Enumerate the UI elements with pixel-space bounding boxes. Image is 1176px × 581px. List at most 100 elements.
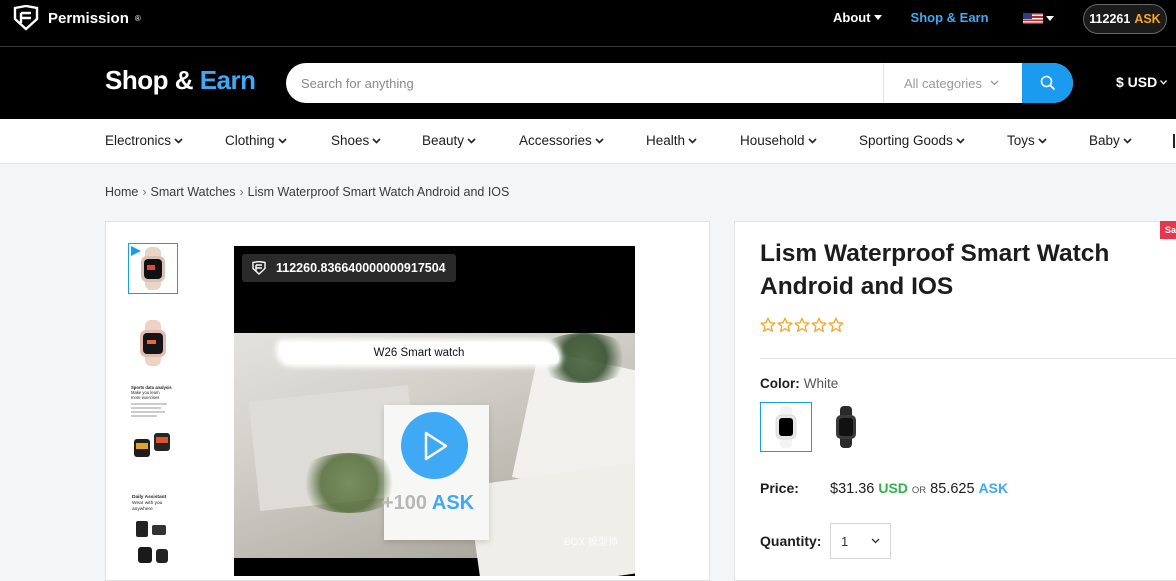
breadcrumb-category[interactable]: Smart Watches [151, 185, 236, 199]
white-watch-image [775, 406, 797, 448]
search-bar: All categories [286, 63, 1073, 103]
category-electronics[interactable]: Electronics [105, 133, 183, 148]
color-row: Color: White [760, 376, 838, 391]
category-household[interactable]: Household [740, 133, 817, 148]
category-accessories[interactable]: Accessories [519, 133, 604, 148]
us-flag-icon [1023, 13, 1043, 24]
permission-logo-icon [252, 261, 266, 275]
color-swatch-black[interactable] [820, 402, 872, 452]
svg-text:anywhere: anywhere [132, 506, 153, 512]
chevron-down-icon [990, 80, 999, 86]
nav-shop-earn[interactable]: Shop & Earn [911, 10, 989, 25]
video-caption-text: W26 Smart watch [373, 347, 465, 359]
svg-text:more exercises: more exercises [131, 395, 159, 400]
nav-about-label: About [833, 10, 871, 25]
thumbnail-4[interactable]: Daily Assistant Wear with you anywhere [128, 491, 178, 576]
brand-left: Shop & [105, 65, 200, 95]
breadcrumb-home[interactable]: Home [105, 185, 138, 199]
search-icon [1040, 75, 1055, 91]
category-select-label: All categories [904, 75, 983, 91]
nav-about[interactable]: About [833, 10, 882, 25]
scene-paper [467, 461, 635, 576]
category-label: Sporting Goods [859, 133, 953, 148]
ask-balance-button[interactable]: 112261 ASK [1083, 4, 1167, 34]
category-baby[interactable]: Baby [1089, 133, 1132, 148]
thumbnail-2[interactable] [128, 318, 178, 368]
category-label: Shoes [331, 133, 370, 148]
product-details: Lism Waterproof Smart Watch Android and … [734, 221, 1176, 581]
search-button[interactable] [1022, 63, 1073, 103]
category-label: Toys [1007, 133, 1035, 148]
category-sporting-goods[interactable]: Sporting Goods [859, 133, 965, 148]
product-title: Lism Waterproof Smart Watch Android and … [760, 240, 1110, 300]
chevron-down-icon [807, 137, 817, 144]
caret-down-icon [1046, 15, 1054, 21]
color-label: Color: [760, 376, 800, 391]
color-value: White [803, 376, 839, 391]
price-row: Price: $31.36 USD OR 85.625 ASK [760, 480, 1008, 497]
chevron-down-icon [595, 137, 604, 144]
video-play-button[interactable] [401, 412, 468, 479]
video-watermark: BOX 模型师 [564, 537, 618, 548]
category-label: Electronics [105, 133, 172, 148]
header: Shop & Earn All categories $ USD [0, 47, 1176, 119]
category-health[interactable]: Health [646, 133, 697, 148]
sale-badge: Sa [1160, 221, 1176, 239]
category-label: Household [740, 133, 805, 148]
shop-earn-logo[interactable]: Shop & Earn [105, 65, 256, 96]
quantity-select[interactable]: 1 [830, 523, 891, 559]
watch-front-image [140, 320, 166, 366]
category-select[interactable]: All categories [883, 63, 1022, 103]
chevron-down-icon [277, 137, 287, 144]
search-input[interactable] [286, 63, 883, 103]
chevron-down-icon [467, 137, 476, 144]
rating-stars[interactable] [760, 317, 844, 333]
quantity-value: 1 [841, 533, 849, 549]
category-clothing[interactable]: Clothing [225, 133, 287, 148]
thumbnail-3[interactable]: Sports data analysis Make you learn more… [128, 383, 178, 463]
permission-brand-name: Permission [48, 9, 129, 27]
category-beauty[interactable]: Beauty [422, 133, 476, 148]
star-empty-icon [811, 317, 827, 332]
brand-right: Earn [199, 65, 256, 95]
ask-reward-badge: 112260.836640000000917504 [242, 254, 456, 282]
breadcrumb: Home › Smart Watches › Lism Waterproof S… [105, 185, 509, 199]
badge-value: 112260.836640000000917504 [276, 261, 446, 275]
star-empty-icon [828, 317, 844, 332]
top-bar: Permission ® About Shop & Earn 112261 ASK [0, 0, 1176, 47]
category-toys[interactable]: Toys [1007, 133, 1047, 148]
play-icon [131, 246, 141, 256]
price-or: OR [911, 485, 927, 496]
chevron-down-icon [1160, 79, 1168, 85]
balance-value: 112261 [1089, 12, 1131, 26]
price-usd-unit: USD [878, 480, 908, 496]
category-label: Health [646, 133, 686, 148]
divider [760, 358, 1176, 359]
color-swatch-white[interactable] [760, 402, 812, 452]
price-ask: 85.625 [930, 481, 975, 497]
category-nav: Electronics Clothing Shoes Beauty Access… [0, 119, 1176, 164]
price-usd: $31.36 [830, 481, 875, 497]
chevron-down-icon [1123, 137, 1132, 144]
balance-unit: ASK [1134, 12, 1161, 26]
quantity-label: Quantity: [760, 533, 822, 549]
thumbnail-video[interactable] [128, 243, 178, 294]
price-label: Price: [760, 480, 799, 496]
chevron-down-icon [956, 137, 965, 144]
price-ask-unit: ASK [978, 480, 1009, 496]
permission-logo-icon [13, 5, 39, 31]
language-selector[interactable] [1023, 13, 1054, 24]
watch-reward-label: +100 ASK [382, 492, 474, 515]
currency-selector[interactable]: $ USD [1116, 74, 1168, 90]
video-caption: W26 Smart watch [279, 342, 559, 364]
svg-text:Daily Assistant: Daily Assistant [132, 494, 167, 500]
product-video-player[interactable]: 112260.836640000000917504 W26 Smart watc… [234, 246, 635, 576]
category-overflow-edge [1173, 134, 1175, 148]
play-icon [424, 431, 447, 460]
category-shoes[interactable]: Shoes [331, 133, 381, 148]
star-empty-icon [794, 317, 810, 332]
black-watch-image [836, 406, 856, 448]
breadcrumb-separator: › [239, 185, 244, 199]
breadcrumb-current: Lism Waterproof Smart Watch Android and … [247, 185, 510, 199]
permission-logo[interactable]: Permission ® [10, 5, 141, 31]
